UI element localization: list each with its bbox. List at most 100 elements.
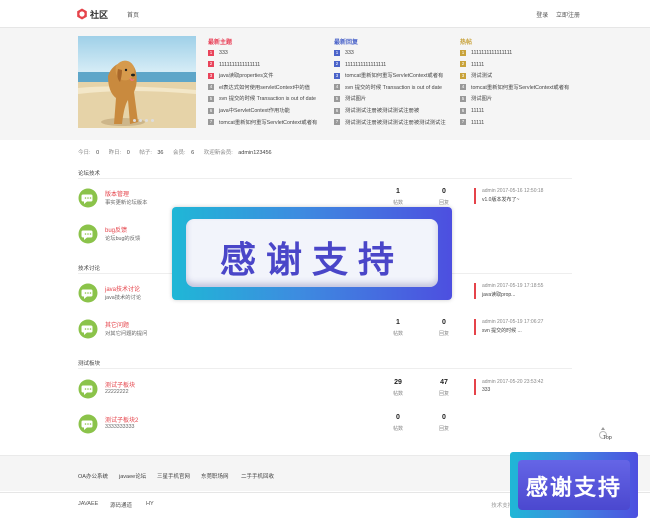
list-item[interactable]: 1 333 <box>208 48 328 60</box>
friend-link[interactable]: 东莞职场网 <box>201 472 229 480</box>
top-header: 社区 首页 登录 立即注册 <box>0 0 650 28</box>
newest-member-link[interactable]: admin123456 <box>238 150 271 156</box>
thread-count: 29 <box>394 379 402 386</box>
thanks-corner-text: 感谢支持 <box>525 476 622 501</box>
thread-count-label: 帖数 <box>392 426 403 432</box>
thread-count-label: 帖数 <box>392 391 403 397</box>
banner-image[interactable] <box>78 36 196 128</box>
arrow-up-icon <box>601 427 605 430</box>
list-item[interactable]: 5 测试图片 <box>460 94 580 106</box>
list-item[interactable]: 6 java中ServletContext作用功能 <box>208 106 328 118</box>
forum-desc: 22222222 <box>105 389 129 395</box>
list-item[interactable]: 4 svn 提交的时候 Transaction is out of date <box>334 83 454 95</box>
divider <box>78 178 572 179</box>
hot-posts-list: 热帖 1 1111111111111111 2 11111 3 测试测试 4 tomca… <box>460 37 580 129</box>
reply-count-label: 回复 <box>438 200 449 206</box>
hot-posts-title: 热帖 <box>460 40 473 46</box>
list-item[interactable]: 6 11111 <box>460 106 580 118</box>
last-post-marker <box>474 379 476 395</box>
register-link[interactable]: 立即注册 <box>556 13 580 19</box>
last-post-marker <box>474 283 476 299</box>
footer-link[interactable]: 源码通道 <box>110 501 132 509</box>
forum-desc: 对其它问题的提问 <box>105 331 148 337</box>
logo-icon[interactable] <box>76 8 88 20</box>
last-post-link[interactable]: 333 <box>482 387 490 393</box>
forum-name-link[interactable]: 版本管理 <box>105 189 129 198</box>
chat-bubble-icon[interactable] <box>78 319 98 339</box>
friend-link[interactable]: OA办公系统 <box>78 472 108 480</box>
forum-desc: 事实更新论坛版本 <box>105 200 148 206</box>
list-item[interactable]: 3 tomcat重新如何重写ServletContext或者有 <box>334 71 454 83</box>
last-post-link[interactable]: svn 提交的时候 ... <box>482 327 522 334</box>
forum-desc: 论坛bug的反馈 <box>105 236 141 242</box>
divider <box>78 368 572 369</box>
reply-count: 0 <box>442 188 446 195</box>
list-item[interactable]: 1 1111111111111111 <box>460 48 580 60</box>
thanks-corner-banner[interactable]: 感谢支持 <box>510 452 638 518</box>
chat-bubble-icon[interactable] <box>78 379 98 399</box>
list-item[interactable]: 5 测试图片 <box>334 94 454 106</box>
chat-bubble-icon[interactable] <box>78 224 98 244</box>
list-item[interactable]: 2 1111111111111111 <box>334 60 454 72</box>
forum-name-link[interactable]: 测试子板块2 <box>105 415 138 424</box>
forum-name-link[interactable]: 其它问题 <box>105 320 129 329</box>
reply-count: 0 <box>442 414 446 421</box>
forum-name-link[interactable]: 测试子板块 <box>105 380 135 389</box>
last-post-marker <box>474 319 476 335</box>
thread-count-label: 帖数 <box>392 331 403 337</box>
footer-link[interactable]: JAVAEE <box>78 501 98 507</box>
section-title: 测试板块 <box>78 361 101 367</box>
list-item[interactable]: 7 tomcat重新如何重写ServletContext或者有 <box>208 118 328 130</box>
section-title: 技术讨论 <box>78 266 101 272</box>
footer-link[interactable]: HY <box>146 501 154 507</box>
forum-desc: java技术的讨论 <box>105 295 142 301</box>
chat-bubble-icon[interactable] <box>78 283 98 303</box>
thread-count-label: 帖数 <box>392 200 403 206</box>
forum-row: 测试子板块 22222222 29 帖数 47 回复 admin 2017-05… <box>78 375 572 405</box>
last-post-link[interactable]: java读取prop... <box>482 291 515 298</box>
list-item[interactable]: 6 测试测试注册被测试测试注册被 <box>334 106 454 118</box>
latest-topics-title: 最新主题 <box>208 40 233 46</box>
list-item[interactable]: 3 测试测试 <box>460 71 580 83</box>
list-item[interactable]: 4 tomcat重新如何重写ServletContext或者有 <box>460 83 580 95</box>
forum-name-link[interactable]: bug反馈 <box>105 225 127 234</box>
nav-home-link[interactable]: 首页 <box>127 10 139 19</box>
thread-count: 1 <box>396 319 400 326</box>
reply-count: 47 <box>440 379 448 386</box>
list-item[interactable]: 2 11111 <box>460 60 580 72</box>
latest-topics-list: 最新主题 1 333 2 1111111111111111 3 java读取prope… <box>208 37 328 129</box>
list-item[interactable]: 2 1111111111111111 <box>208 60 328 72</box>
login-link[interactable]: 登录 <box>536 13 548 19</box>
reply-count-label: 回复 <box>438 426 449 432</box>
banner-pager[interactable] <box>133 118 157 124</box>
last-post-meta: admin 2017-05-19 17:18:55 <box>482 283 544 289</box>
list-item[interactable]: 5 svn 提交的时候 Transaction is out of date <box>208 94 328 106</box>
list-item[interactable]: 7 测试测试注册被测试测试注册被测试测试注 <box>334 118 454 130</box>
last-post-meta: admin 2017-05-20 23:53:42 <box>482 379 544 385</box>
forum-row: 测试子板块2 3333333333 0 帖数 0 回复 <box>78 410 572 440</box>
list-item[interactable]: 4 el表达式如何使用servletContext中的值 <box>208 83 328 95</box>
thread-count: 0 <box>396 414 400 421</box>
thread-count: 1 <box>396 188 400 195</box>
logo-text[interactable]: 社区 <box>90 8 108 21</box>
forum-desc: 3333333333 <box>105 424 135 430</box>
last-post-meta: admin 2017-05-19 17:06:27 <box>482 319 544 325</box>
forum-row: 其它问题 对其它问题的提问 1 帖数 0 回复 admin 2017-05-19… <box>78 315 572 345</box>
latest-replies-list: 最新回复 1 333 2 1111111111111111 3 tomcat重新如何重… <box>334 37 454 129</box>
latest-replies-title: 最新回复 <box>334 40 359 46</box>
list-item[interactable]: 7 11111 <box>460 118 580 130</box>
last-post-marker <box>474 188 476 204</box>
friend-link[interactable]: javaee论坛 <box>119 472 146 480</box>
friend-link[interactable]: 二手手机回收 <box>241 472 274 480</box>
chat-bubble-icon[interactable] <box>78 188 98 208</box>
list-item[interactable]: 3 java读取properties文件 <box>208 71 328 83</box>
forum-name-link[interactable]: java技术讨论 <box>105 284 140 293</box>
section-title: 论坛技术 <box>78 171 101 177</box>
list-item[interactable]: 1 333 <box>334 48 454 60</box>
reply-count-label: 回复 <box>438 391 449 397</box>
last-post-link[interactable]: v1.0版本发布了~ <box>482 196 519 203</box>
reply-count: 0 <box>442 319 446 326</box>
chat-bubble-icon[interactable] <box>78 414 98 434</box>
user-nav: 登录 立即注册 <box>530 10 580 19</box>
friend-link[interactable]: 三星手机官网 <box>157 472 190 480</box>
